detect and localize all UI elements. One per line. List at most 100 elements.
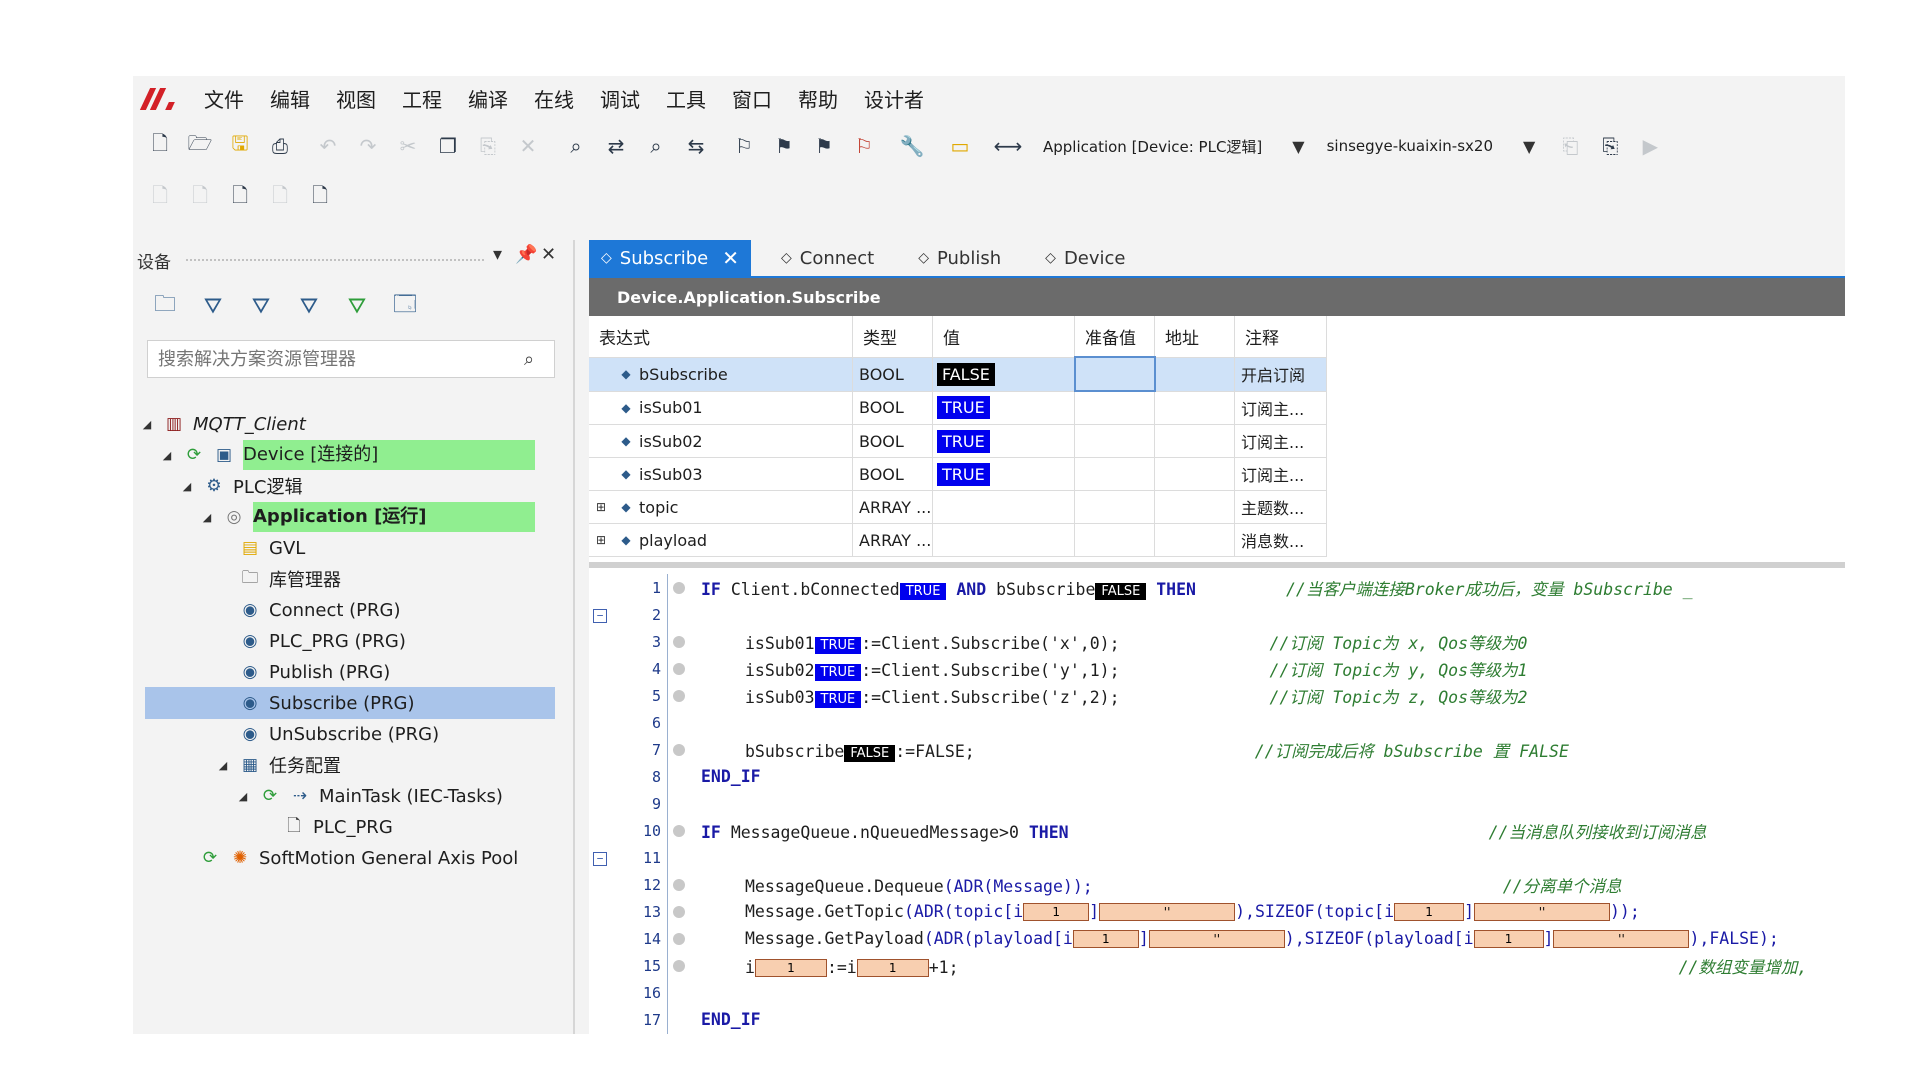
expand-icon[interactable]: ⊞ bbox=[589, 533, 613, 547]
tree-node-task-config[interactable]: ◢ ▦ 任务配置 bbox=[215, 749, 341, 781]
tree-node-unsubscribe[interactable]: ◉ UnSubscribe (PRG) bbox=[239, 718, 440, 750]
menu-build[interactable]: 编译 bbox=[455, 84, 521, 113]
cut-icon[interactable]: ✂ bbox=[395, 133, 421, 159]
filter-green-icon[interactable]: ⛛ bbox=[343, 292, 371, 320]
find-in-project-icon[interactable]: ⌕ bbox=[643, 133, 669, 159]
tree-node-publish[interactable]: ◉ Publish (PRG) bbox=[239, 656, 391, 688]
tree-node-subscribe[interactable]: ◉ Subscribe (PRG) bbox=[145, 687, 555, 719]
splitter[interactable] bbox=[589, 562, 1845, 568]
menu-window[interactable]: 窗口 bbox=[719, 84, 785, 113]
collapse-icon[interactable]: ◢ bbox=[235, 790, 251, 803]
menu-file[interactable]: 文件 bbox=[191, 84, 257, 113]
doc-icon[interactable]: 🗋 bbox=[187, 183, 213, 211]
menu-online[interactable]: 在线 bbox=[521, 84, 587, 113]
next-bookmark-icon[interactable]: ⚑ bbox=[811, 133, 837, 159]
copy-icon[interactable]: ❐ bbox=[435, 133, 461, 159]
code-line[interactable]: 13 Message.GetTopic(ADR(topic[i 1] ''),SIZ… bbox=[589, 898, 1845, 925]
redo-icon[interactable]: ↷ bbox=[355, 133, 381, 159]
col-value[interactable]: 值 bbox=[932, 316, 1075, 358]
code-line[interactable]: 1 IF Client.bConnected TRUE AND bSubscrib… bbox=[589, 574, 1845, 601]
pin-icon[interactable]: 📌 bbox=[515, 244, 537, 265]
doc-icon[interactable]: 🗋 bbox=[147, 183, 173, 211]
table-row[interactable]: ◆ isSub01 BOOL TRUE 订阅主... bbox=[589, 391, 1327, 425]
new-folder-icon[interactable]: 🗀 bbox=[151, 292, 179, 320]
code-line[interactable]: 3 isSub01 TRUE:=Client.Subscribe('x',0); /… bbox=[589, 628, 1845, 655]
collapse-icon[interactable]: ◢ bbox=[199, 511, 215, 524]
col-comment[interactable]: 注释 bbox=[1234, 316, 1327, 358]
code-line[interactable]: 15 i 1:=i 1 +1;//数组变量增加, bbox=[589, 952, 1845, 979]
table-row[interactable]: ⊞ ◆ topic ARRAY ... 主题数... bbox=[589, 490, 1327, 524]
tree-node-connect[interactable]: ◉ Connect (PRG) bbox=[239, 594, 401, 626]
menu-project[interactable]: 工程 bbox=[389, 84, 455, 113]
tree-node-plc-prg[interactable]: ◉ PLC_PRG (PRG) bbox=[239, 625, 406, 657]
tab-connect[interactable]: ◇ Connect bbox=[769, 240, 886, 276]
code-line[interactable]: 12 MessageQueue.Dequeue(ADR(Message)); //… bbox=[589, 871, 1845, 898]
code-line[interactable]: 16 bbox=[589, 979, 1845, 1006]
save-icon[interactable]: 🖫 bbox=[227, 131, 253, 159]
code-line[interactable]: 9 bbox=[589, 790, 1845, 817]
table-row[interactable]: ⊞ ◆ playload ARRAY ... 消息数... bbox=[589, 523, 1327, 557]
menu-help[interactable]: 帮助 bbox=[785, 84, 851, 113]
tree-node-gvl[interactable]: ▤ GVL bbox=[239, 532, 305, 564]
close-icon[interactable]: ✕ bbox=[722, 246, 739, 270]
menu-tools[interactable]: 工具 bbox=[653, 84, 719, 113]
settings-window-icon[interactable]: 🗔 bbox=[391, 292, 419, 320]
tree-node-softmotion[interactable]: ⟳ ✺ SoftMotion General Axis Pool bbox=[199, 842, 518, 874]
code-line[interactable]: − 11 bbox=[589, 844, 1845, 871]
code-line[interactable]: − 2 bbox=[589, 601, 1845, 628]
clear-bookmarks-icon[interactable]: ⚐ bbox=[851, 133, 877, 159]
open-folder-icon[interactable]: 🗁 bbox=[187, 131, 213, 159]
breakpoint-marker[interactable] bbox=[673, 825, 685, 837]
table-row[interactable]: ◆ bSubscribe BOOL FALSE 开启订阅 bbox=[589, 356, 1327, 392]
breakpoint-marker[interactable] bbox=[673, 906, 685, 918]
expand-icon[interactable]: ⊞ bbox=[589, 500, 613, 514]
doc-icon[interactable]: 🗋 bbox=[267, 183, 293, 211]
print-icon[interactable]: ⎙ bbox=[267, 133, 293, 159]
paste-icon[interactable]: ⎘ bbox=[475, 133, 501, 159]
application-combo[interactable]: Application [Device: PLC逻辑] ▼ bbox=[1043, 136, 1305, 157]
col-expression[interactable]: 表达式 bbox=[589, 316, 853, 358]
tree-node-maintask[interactable]: ◢ ⟳ ⇢ MainTask (IEC-Tasks) bbox=[235, 780, 503, 812]
table-row[interactable]: ◆ isSub02 BOOL TRUE 订阅主... bbox=[589, 424, 1327, 458]
prepared-value-input[interactable] bbox=[1073, 356, 1156, 392]
prepared-value-input[interactable] bbox=[1074, 457, 1155, 491]
breakpoint-marker[interactable] bbox=[673, 744, 685, 756]
breakpoint-marker[interactable] bbox=[673, 690, 685, 702]
login-icon[interactable]: ⎗ bbox=[1557, 133, 1583, 159]
table-row[interactable]: ◆ isSub03 BOOL TRUE 订阅主... bbox=[589, 457, 1327, 491]
menu-view[interactable]: 视图 bbox=[323, 84, 389, 113]
doc-icon[interactable]: 🗋 bbox=[227, 183, 253, 211]
collapse-icon[interactable]: ◢ bbox=[159, 449, 175, 462]
tree-node-project[interactable]: ◢ ▥ MQTT_Client bbox=[139, 408, 306, 440]
tab-subscribe[interactable]: ◇ Subscribe ✕ bbox=[589, 240, 751, 276]
prepared-value-input[interactable] bbox=[1074, 490, 1155, 524]
replace-all-icon[interactable]: ⇆ bbox=[683, 133, 709, 159]
code-line[interactable]: 14 Message.GetPayload(ADR(playload[i 1] ''… bbox=[589, 925, 1845, 952]
wrench-icon[interactable]: 🔧 bbox=[899, 133, 925, 159]
menu-edit[interactable]: 编辑 bbox=[257, 84, 323, 113]
tab-publish[interactable]: ◇ Publish bbox=[906, 240, 1013, 276]
code-line[interactable]: 7 bSubscribe FALSE:=FALSE; //订阅完成后将 bSubsc… bbox=[589, 736, 1845, 763]
delete-icon[interactable]: ✕ bbox=[515, 133, 541, 159]
collapse-icon[interactable]: ◢ bbox=[215, 759, 231, 772]
prepared-value-input[interactable] bbox=[1074, 523, 1155, 557]
window-icon[interactable]: ▭ bbox=[947, 133, 973, 159]
split-view-icon[interactable]: ⟷ bbox=[994, 133, 1023, 159]
replace-icon[interactable]: ⇄ bbox=[603, 133, 629, 159]
breakpoint-marker[interactable] bbox=[673, 879, 685, 891]
device-combo[interactable]: sinsegye-kuaixin-sx20 ▼ bbox=[1327, 137, 1536, 156]
logout-icon[interactable]: ⎘ bbox=[1597, 133, 1623, 159]
search-icon[interactable]: ⌕ bbox=[524, 349, 546, 370]
code-line[interactable]: 8 END_IF bbox=[589, 763, 1845, 790]
tab-device[interactable]: ◇ Device bbox=[1033, 240, 1137, 276]
col-type[interactable]: 类型 bbox=[852, 316, 933, 358]
breakpoint-marker[interactable] bbox=[673, 582, 685, 594]
code-line[interactable]: 10 IF MessageQueue.nQueuedMessage>0 THEN… bbox=[589, 817, 1845, 844]
code-line[interactable]: 4 isSub02 TRUE:=Client.Subscribe('y',1); /… bbox=[589, 655, 1845, 682]
undo-icon[interactable]: ↶ bbox=[315, 133, 341, 159]
breakpoint-marker[interactable] bbox=[673, 933, 685, 945]
prev-bookmark-icon[interactable]: ⚑ bbox=[771, 133, 797, 159]
prepared-value-input[interactable] bbox=[1074, 391, 1155, 425]
breakpoint-marker[interactable] bbox=[673, 663, 685, 675]
tree-node-library[interactable]: 🗀 库管理器 bbox=[239, 563, 342, 595]
